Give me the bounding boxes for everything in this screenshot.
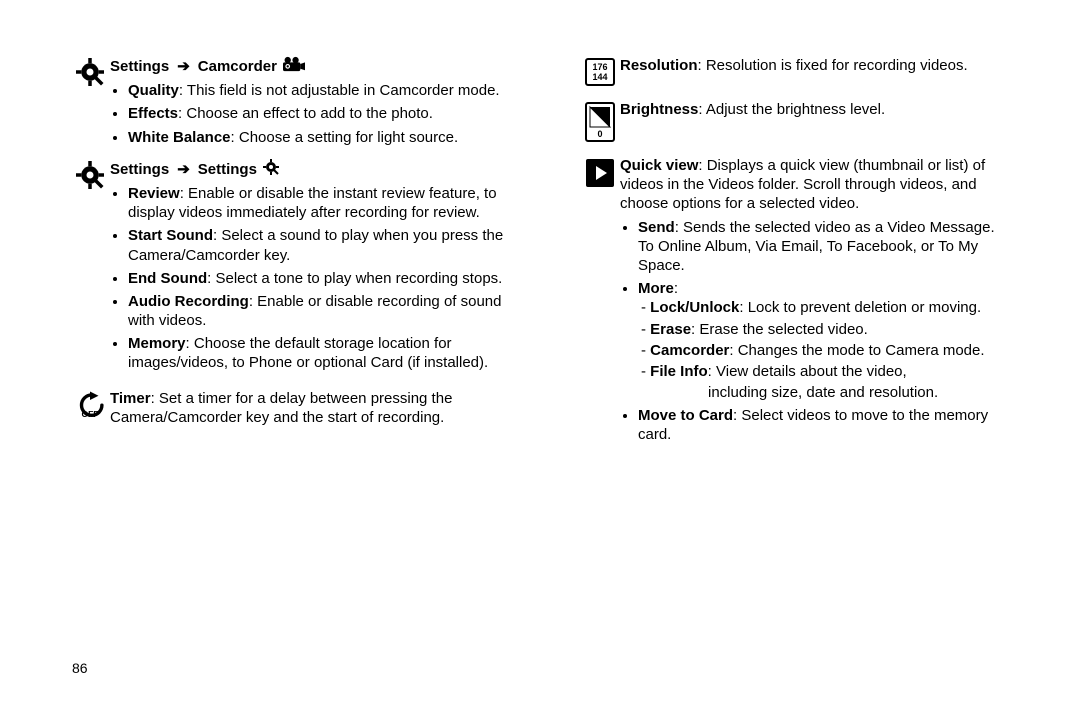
svg-text:144: 144 — [592, 72, 607, 82]
manual-page: Settings ➔ Camcorder Quality: — [0, 0, 1080, 720]
heading-settings: Settings ➔ Settings — [110, 159, 510, 180]
section-settings-settings: Settings ➔ Settings Review: Enable or di… — [70, 159, 510, 381]
list-item: Erase: Erase the selected video. — [641, 320, 1010, 339]
list-item: Camcorder: Changes the mode to Camera mo… — [641, 341, 1010, 360]
list-item: More: Lock/Unlock: Lock to prevent delet… — [638, 279, 1010, 402]
more-sublist: Lock/Unlock: Lock to prevent deletion or… — [638, 298, 1010, 381]
svg-text:OFF: OFF — [82, 409, 99, 419]
arrow-icon: ➔ — [175, 160, 192, 179]
list-item: Send: Sends the selected video as a Vide… — [638, 218, 1010, 276]
list-item: End Sound: Select a tone to play when re… — [128, 269, 510, 288]
svg-text:0: 0 — [597, 129, 602, 139]
left-column: Settings ➔ Camcorder Quality: — [70, 56, 540, 710]
resolution-text: Resolution: Resolution is fixed for reco… — [620, 57, 968, 74]
list-item: Effects: Choose an effect to add to the … — [128, 104, 510, 123]
timer-text: Timer: Set a timer for a delay between p… — [110, 390, 452, 426]
bullet-list: Review: Enable or disable the instant re… — [110, 184, 510, 373]
brightness-text: Brightness: Adjust the brightness level. — [620, 101, 885, 118]
gear-icon — [70, 159, 110, 189]
gear-small-icon — [263, 159, 279, 180]
bullet-list: Quality: This field is not adjustable in… — [110, 81, 510, 147]
bullet-list: Send: Sends the selected video as a Vide… — [620, 218, 1010, 445]
list-item: File Info: View details about the video, — [641, 362, 1010, 381]
camcorder-icon — [283, 56, 305, 77]
page-number: 86 — [72, 660, 88, 678]
heading-camcorder: Settings ➔ Camcorder — [110, 56, 510, 77]
right-column: 176 144 Resolution: Resolution is fixed … — [540, 56, 1010, 710]
list-item: Memory: Choose the default storage locat… — [128, 334, 510, 372]
resolution-icon: 176 144 — [580, 56, 620, 86]
play-icon — [580, 156, 620, 188]
heading-text: Camcorder — [198, 57, 277, 76]
section-brightness: 0 Brightness: Adjust the brightness leve… — [580, 100, 1010, 142]
timer-off-icon: OFF — [70, 389, 110, 421]
list-item: Move to Card: Select videos to move to t… — [638, 406, 1010, 444]
quickview-text: Quick view: Displays a quick view (thumb… — [620, 156, 1010, 214]
list-item: White Balance: Choose a setting for ligh… — [128, 128, 510, 147]
arrow-icon: ➔ — [175, 57, 192, 76]
list-item: Review: Enable or disable the instant re… — [128, 184, 510, 222]
heading-text: Settings — [110, 160, 169, 179]
gear-icon — [70, 56, 110, 86]
heading-text: Settings — [110, 57, 169, 76]
heading-text: Settings — [198, 160, 257, 179]
section-settings-camcorder: Settings ➔ Camcorder Quality: — [70, 56, 510, 155]
section-quickview: Quick view: Displays a quick view (thumb… — [580, 156, 1010, 453]
section-timer: OFF Timer: Set a timer for a delay betwe… — [70, 389, 510, 427]
list-item: Audio Recording: Enable or disable recor… — [128, 292, 510, 330]
list-item: Lock/Unlock: Lock to prevent deletion or… — [641, 298, 1010, 317]
list-item: Quality: This field is not adjustable in… — [128, 81, 510, 100]
file-info-continuation: including size, date and resolution. — [638, 383, 1010, 402]
brightness-icon: 0 — [580, 100, 620, 142]
list-item: Start Sound: Select a sound to play when… — [128, 226, 510, 264]
svg-text:176: 176 — [592, 62, 607, 72]
section-resolution: 176 144 Resolution: Resolution is fixed … — [580, 56, 1010, 86]
